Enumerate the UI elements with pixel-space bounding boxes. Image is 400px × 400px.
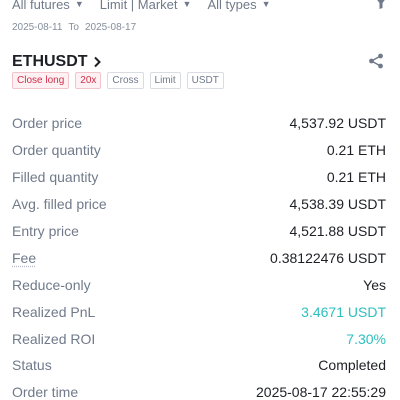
date-range[interactable]: 2025-08-11 To 2025-08-17: [12, 22, 136, 33]
detail-label: Reduce-only: [12, 276, 91, 293]
detail-value: Completed: [318, 357, 386, 374]
detail-label: Order quantity: [12, 142, 101, 159]
date-end: 2025-08-17: [84, 22, 137, 33]
filter-types-label: All types: [207, 0, 257, 12]
detail-row-order-quantity: Order quantity 0.21 ETH: [12, 137, 386, 164]
detail-label: Realized ROI: [12, 330, 96, 347]
caret-down-icon: ▼: [74, 0, 84, 9]
detail-row-filled-quantity: Filled quantity 0.21 ETH: [12, 164, 386, 191]
tag-settle-asset: USDT: [186, 72, 224, 89]
detail-value: 0.21 ETH: [326, 142, 386, 159]
detail-value-positive: 3.4671 USDT: [301, 303, 386, 320]
filter-futures-dropdown[interactable]: All futures ▼: [12, 0, 84, 12]
detail-label: Order price: [12, 115, 83, 132]
chevron-right-icon[interactable]: [93, 56, 101, 68]
symbol-link[interactable]: ETHUSDT: [12, 53, 88, 71]
detail-value-positive: 7.30%: [346, 330, 386, 347]
detail-value: 4,521.88 USDT: [289, 223, 387, 239]
detail-row-status: Status Completed: [12, 352, 386, 379]
detail-row-fee: Fee 0.38122476 USDT: [12, 244, 386, 271]
fee-label-tooltip-trigger[interactable]: Fee: [12, 250, 36, 266]
detail-label: Entry price: [12, 223, 79, 239]
detail-label: Avg. filled price: [12, 196, 107, 213]
filter-bar: All futures ▼ Limit | Market ▼ All types…: [12, 0, 388, 14]
detail-value: 0.21 ETH: [326, 169, 386, 186]
detail-label: Realized PnL: [12, 303, 96, 320]
detail-label: Status: [12, 357, 52, 374]
tag-margin-mode: Cross: [107, 72, 144, 89]
tag-order-type: Limit: [149, 72, 181, 89]
filter-order-type-dropdown[interactable]: Limit | Market ▼: [100, 0, 192, 12]
order-tags: Close long 20x Cross Limit USDT: [12, 72, 224, 89]
detail-row-order-price: Order price 4,537.92 USDT: [12, 110, 386, 137]
detail-value: Yes: [363, 276, 386, 293]
tag-leverage: 20x: [75, 72, 102, 89]
detail-label: Filled quantity: [12, 169, 99, 186]
filter-futures-label: All futures: [12, 0, 70, 12]
caret-down-icon: ▼: [182, 0, 192, 9]
detail-label: Order time: [12, 384, 79, 400]
symbol-header: ETHUSDT: [12, 51, 388, 73]
detail-row-reduce-only: Reduce-only Yes: [12, 271, 386, 298]
detail-row-order-time: Order time 2025-08-17 22:55:29: [12, 379, 386, 400]
date-to-label: To: [68, 22, 79, 33]
detail-row-realized-roi: Realized ROI 7.30%: [12, 325, 386, 352]
detail-row-realized-pnl: Realized PnL 3.4671 USDT: [12, 298, 386, 325]
filter-order-type-label: Limit | Market: [99, 0, 178, 12]
share-icon[interactable]: [368, 53, 384, 69]
date-start: 2025-08-11: [12, 22, 63, 33]
detail-row-entry-price: Entry price 4,521.88 USDT: [12, 218, 386, 245]
caret-down-icon: ▼: [261, 0, 271, 9]
order-details: Order price 4,537.92 USDT Order quantity…: [12, 110, 386, 400]
detail-value: 2025-08-17 22:55:29: [256, 384, 386, 400]
detail-value: 4,538.39 USDT: [289, 196, 387, 213]
tag-side: Close long: [12, 72, 70, 89]
funnel-icon[interactable]: [374, 0, 388, 10]
detail-row-avg-filled-price: Avg. filled price 4,538.39 USDT: [12, 191, 386, 218]
detail-value: 4,537.92 USDT: [289, 115, 387, 132]
filter-types-dropdown[interactable]: All types ▼: [207, 0, 270, 12]
detail-value: 0.38122476 USDT: [270, 249, 386, 266]
